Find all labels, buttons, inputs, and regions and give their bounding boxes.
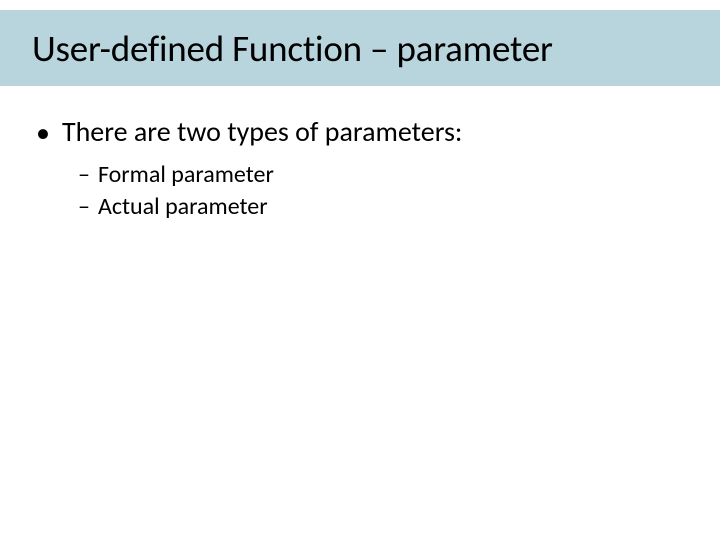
dash-icon: – — [78, 192, 90, 222]
dash-icon: – — [78, 160, 90, 190]
bullet-level1: • There are two types of parameters: — [36, 115, 720, 150]
bullet-level2: – Formal parameter — [78, 160, 720, 190]
title-band: User-defined Function – parameter — [0, 10, 720, 86]
bullet-icon: • — [36, 116, 50, 150]
bullet-level2-group: – Formal parameter – Actual parameter — [78, 160, 720, 222]
bullet-level1-text: There are two types of parameters: — [62, 115, 462, 149]
bullet-level2-text: Actual parameter — [98, 192, 268, 222]
slide-body: • There are two types of parameters: – F… — [0, 115, 720, 224]
slide-title: User-defined Function – parameter — [32, 26, 553, 71]
bullet-level2: – Actual parameter — [78, 192, 720, 222]
bullet-level2-text: Formal parameter — [98, 160, 274, 190]
